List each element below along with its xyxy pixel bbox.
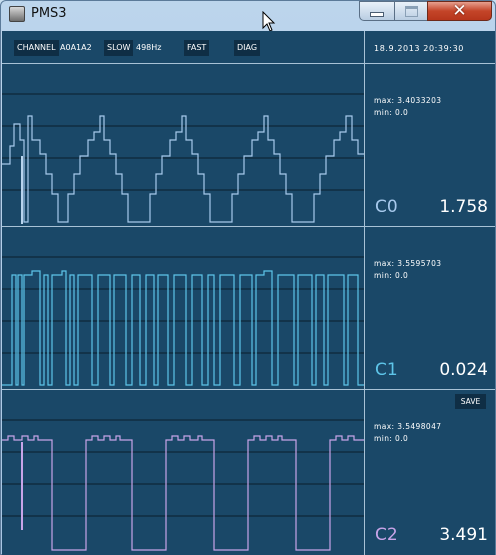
- mouse-cursor-icon: [262, 11, 276, 32]
- window-title: PMS3: [31, 6, 67, 21]
- plot-c2: [2, 390, 364, 555]
- minimize-button[interactable]: [359, 1, 395, 21]
- channel-value: 3.491: [439, 525, 488, 545]
- grid-lines: [2, 419, 364, 517]
- channels-value: A0A1A2: [60, 43, 92, 52]
- channel-button[interactable]: CHANNEL: [14, 40, 59, 56]
- datetime-display: 18.9.2013 20:39:30: [374, 44, 464, 53]
- sample-rate: 498Hz: [136, 43, 162, 52]
- grid-lines: [2, 256, 364, 354]
- max-value: max: 3.4033203: [374, 96, 442, 105]
- fast-button[interactable]: FAST: [184, 40, 210, 56]
- app-window: PMS3 ✕ CHANNEL A0A1A2 SLOW 498Hz FAST DI…: [0, 0, 496, 555]
- max-value: max: 3.5498047: [374, 422, 442, 431]
- min-value: min: 0.0: [374, 108, 409, 117]
- maximize-icon: [404, 5, 418, 17]
- info-c1: max: 3.5595703 min: 0.0 C1 0.024: [365, 227, 495, 389]
- channel-value: 1.758: [439, 197, 488, 217]
- info-c0: max: 3.4033203 min: 0.0 C0 1.758: [365, 64, 495, 226]
- channel-label: C2: [375, 525, 398, 545]
- close-button[interactable]: ✕: [427, 1, 492, 21]
- info-c2: SAVE max: 3.5498047 min: 0.0 C2 3.491: [365, 390, 495, 555]
- maximize-button[interactable]: [394, 1, 428, 21]
- channel-label: C1: [375, 360, 398, 380]
- max-value: max: 3.5595703: [374, 259, 442, 268]
- minimize-icon: [370, 11, 384, 17]
- min-value: min: 0.0: [374, 434, 409, 443]
- waveform-c2: [2, 435, 364, 551]
- diag-button[interactable]: DIAG: [234, 40, 261, 56]
- slow-button[interactable]: SLOW: [104, 40, 134, 56]
- channel-label: C0: [375, 197, 398, 217]
- waveform-c0: [2, 115, 364, 223]
- plot-c1: [2, 227, 364, 389]
- grid-lines: [2, 93, 364, 191]
- title-bar[interactable]: PMS3 ✕: [1, 1, 495, 32]
- channel-value: 0.024: [439, 360, 488, 380]
- close-icon: ✕: [452, 1, 467, 21]
- plot-c1-svg: [2, 256, 364, 386]
- plot-c0: [2, 64, 364, 226]
- plot-c0-svg: [2, 93, 364, 224]
- waveform-c1: [2, 270, 364, 386]
- oscilloscope-area: CHANNEL A0A1A2 SLOW 498Hz FAST DIAG 18.9…: [2, 31, 495, 555]
- save-button[interactable]: SAVE: [455, 394, 486, 409]
- plot-c2-svg: [2, 419, 364, 551]
- toolbar: CHANNEL A0A1A2 SLOW 498Hz FAST DIAG: [2, 31, 364, 63]
- app-icon: [9, 6, 25, 22]
- min-value: min: 0.0: [374, 271, 409, 280]
